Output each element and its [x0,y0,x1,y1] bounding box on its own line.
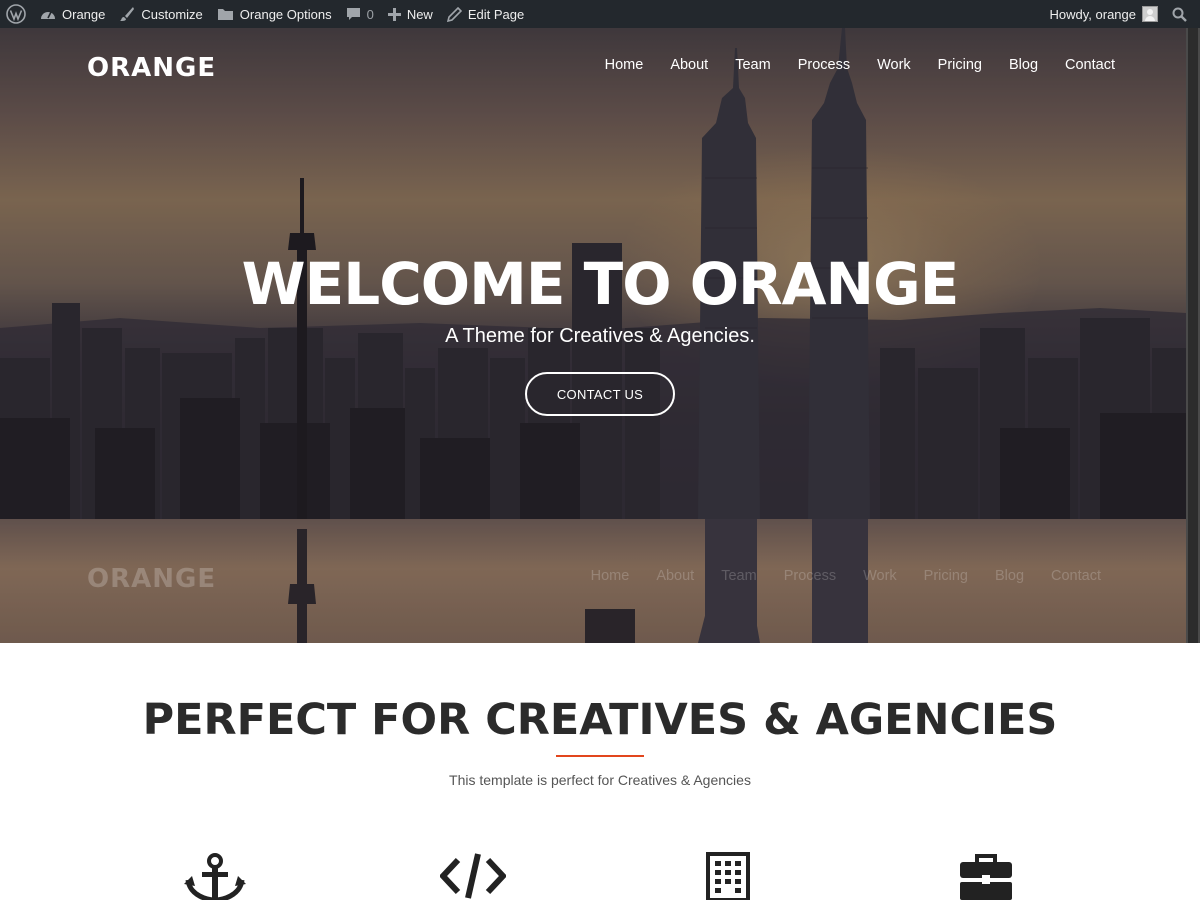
dashboard-icon [41,11,55,19]
sticky-nav-process: Process [783,568,837,584]
adminbar-edit-page-label: Edit Page [467,6,525,22]
code-icon [440,853,506,899]
adminbar-account[interactable]: Howdy, orange [1043,0,1165,28]
brush-icon [120,7,135,21]
main-nav: Home About Team Process Work Pricing Blo… [605,57,1115,73]
sticky-nav-home: Home [590,568,630,584]
sticky-nav: Home About Team Process Work Pricing Blo… [591,568,1101,584]
site-logo[interactable]: ORANGE [87,53,216,83]
nav-team[interactable]: Team [735,57,770,73]
sticky-nav-blog: Blog [994,568,1025,584]
contact-us-button[interactable]: CONTACT US [525,372,675,416]
adminbar-options-label: Orange Options [239,6,332,22]
adminbar-options-link[interactable]: Orange Options [210,0,339,28]
sticky-logo: ORANGE [87,564,217,594]
anchor-icon [184,853,246,900]
admin-bar: Orange Customize Orange Options 0 New Ed… [0,0,1200,28]
adminbar-customize-label: Customize [141,6,203,22]
sticky-nav-pricing: Pricing [923,568,968,584]
plus-icon [387,7,401,21]
adminbar-comments-count: 0 [366,6,374,22]
features-title: PERFECT FOR CREATIVES & AGENCIES [142,695,1058,745]
nav-work[interactable]: Work [877,57,911,73]
title-divider [556,755,644,757]
adminbar-new-label: New [406,6,433,22]
sticky-header-preview: ORANGE Home About Team Process Work Pric… [0,519,1186,643]
search-icon [1172,7,1187,22]
adminbar-edit-page-link[interactable]: Edit Page [440,0,531,28]
building-icon [706,852,750,900]
adminbar-greeting: Howdy, orange [1049,6,1136,22]
nav-contact[interactable]: Contact [1065,57,1115,73]
sticky-nav-contact: Contact [1051,568,1101,584]
sticky-nav-team: Team [721,568,757,584]
avatar [1142,6,1158,22]
folder-icon [217,9,233,20]
nav-blog[interactable]: Blog [1009,57,1038,73]
nav-pricing[interactable]: Pricing [938,57,982,73]
briefcase-icon [960,854,1012,900]
sticky-nav-about: About [656,568,695,584]
comment-icon [346,7,360,20]
wordpress-logo-icon[interactable] [0,0,33,28]
features-subtitle: This template is perfect for Creatives &… [449,772,751,788]
sticky-nav-work: Work [863,568,897,584]
pencil-icon [446,6,462,22]
nav-process[interactable]: Process [798,57,850,73]
nav-home[interactable]: Home [605,57,644,73]
adminbar-search[interactable] [1165,0,1200,28]
hero-title: WELCOME TO ORANGE [241,250,960,318]
adminbar-new-link[interactable]: New [381,0,440,28]
adminbar-customize-link[interactable]: Customize [112,0,209,28]
nav-about[interactable]: About [670,57,708,73]
adminbar-site-link[interactable]: Orange [33,0,112,28]
adminbar-comments-link[interactable]: 0 [339,0,381,28]
hero-subtitle: A Theme for Creatives & Agencies. [445,325,755,347]
adminbar-site-label: Orange [62,6,106,22]
